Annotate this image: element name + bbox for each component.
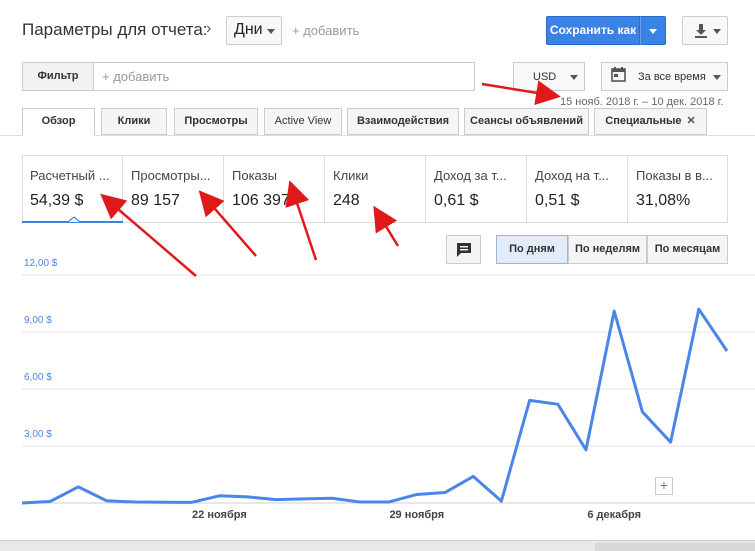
add-annotation-button[interactable]: +: [655, 477, 673, 495]
x-tick-label: 6 декабря: [587, 509, 642, 521]
x-tick-label: 22 ноября: [192, 509, 247, 521]
bottom-panel-tab: [595, 543, 755, 551]
y-tick-label: 12,00 $: [24, 258, 58, 269]
y-tick-label: 9,00 $: [24, 315, 52, 326]
y-tick-label: 3,00 $: [24, 429, 52, 440]
x-tick-label: 29 ноября: [389, 509, 445, 521]
series-line[interactable]: [21, 307, 729, 505]
line-chart: [21, 274, 755, 505]
y-tick-label: 6,00 $: [24, 372, 52, 383]
